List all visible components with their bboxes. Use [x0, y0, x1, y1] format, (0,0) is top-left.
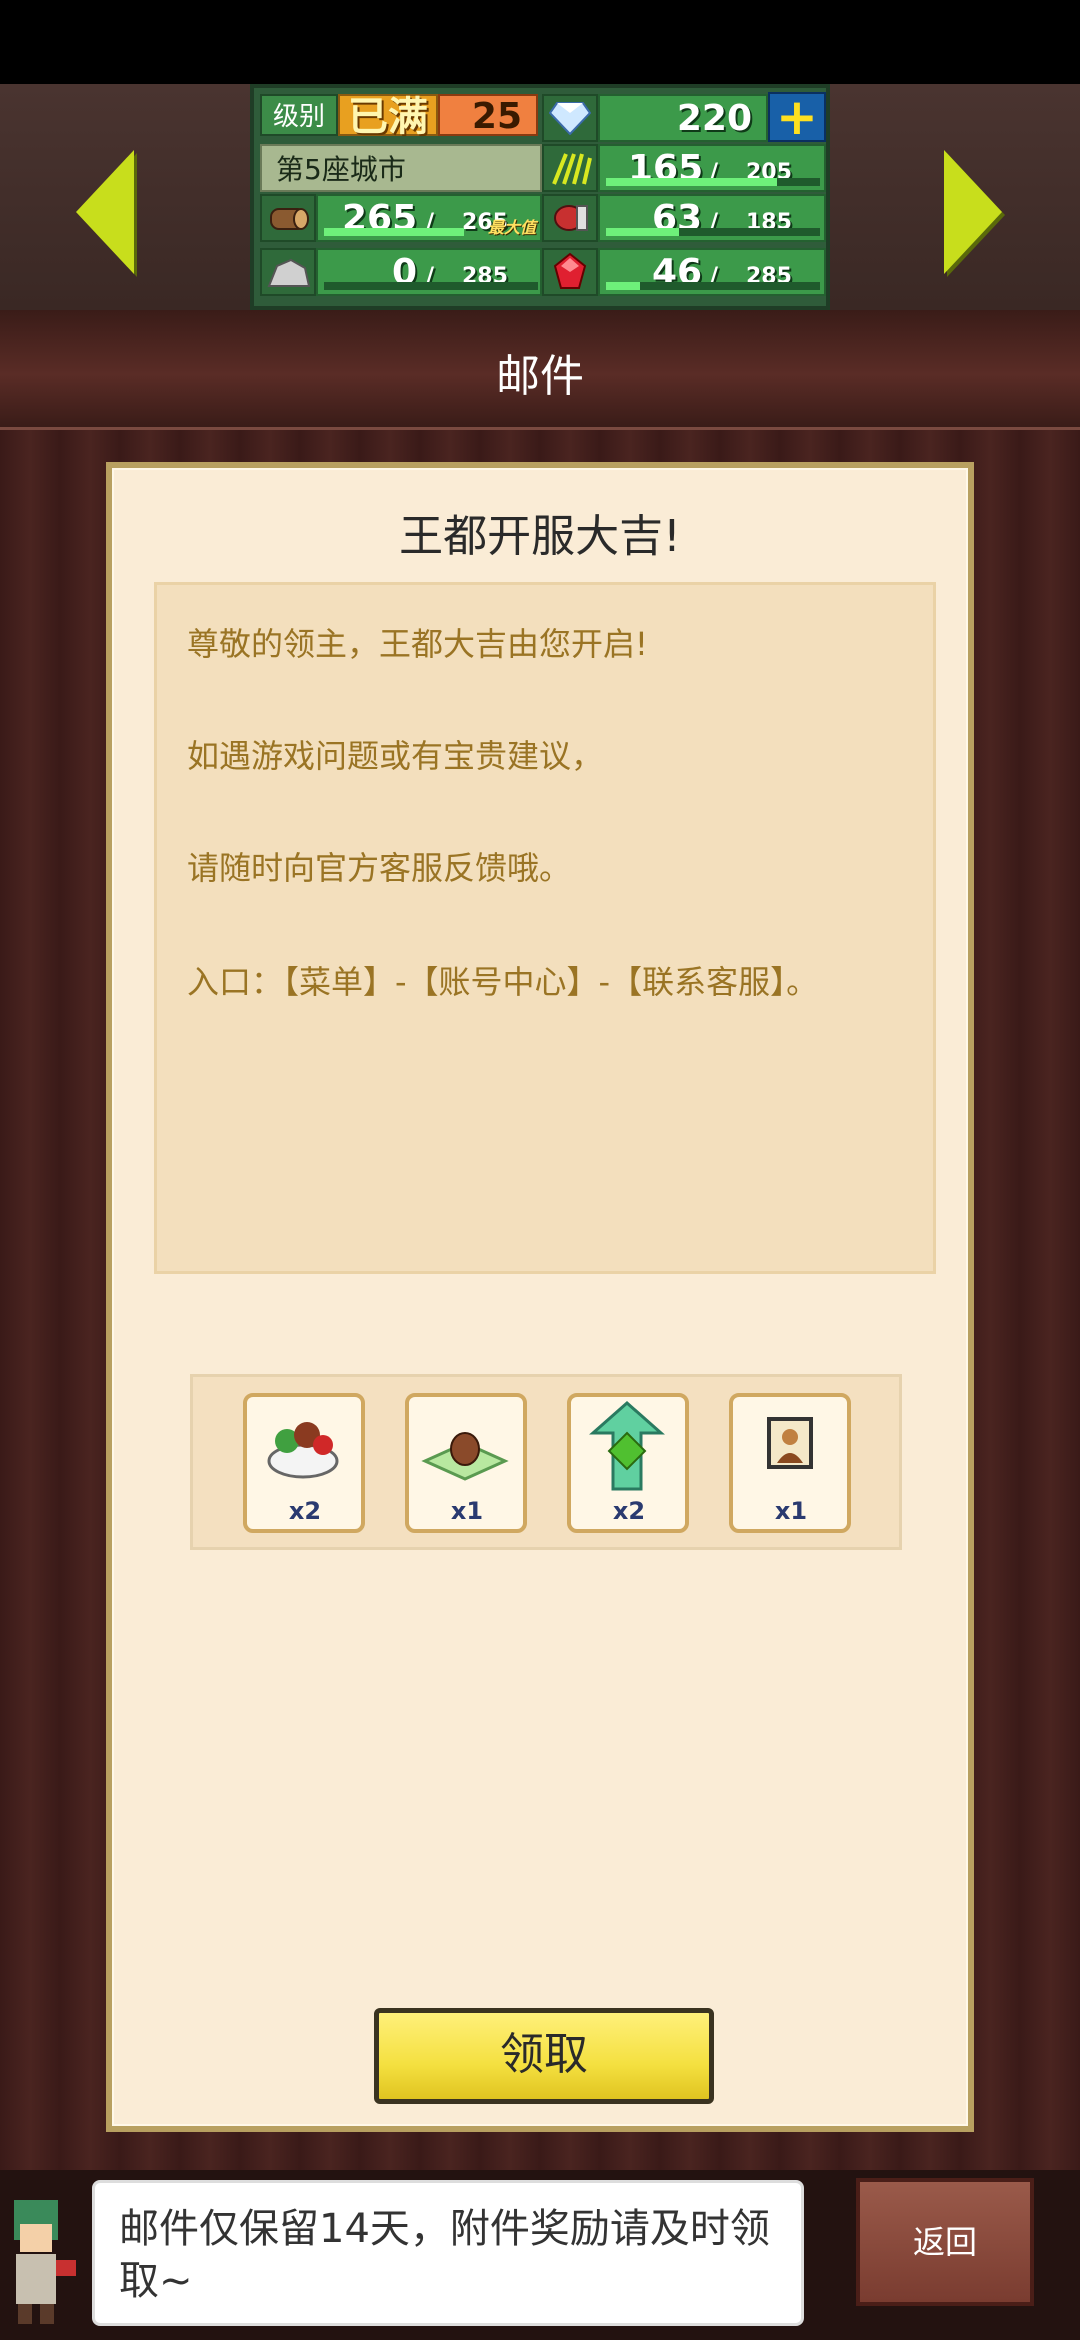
- level-value: 25: [438, 94, 538, 137]
- portrait-icon: [767, 1417, 813, 1469]
- food-stat: 165 / 205: [598, 144, 826, 192]
- resource-panel: 级别 已满 25 220 + 第5座城市 165 / 205 265 / 265…: [250, 84, 830, 310]
- prev-city-arrow-icon[interactable]: [76, 150, 134, 274]
- page-title: 邮件: [496, 351, 584, 402]
- diamond-icon: [542, 94, 598, 142]
- upgrade-arrow-icon: [589, 1400, 665, 1491]
- max-tag: 最大值: [487, 218, 536, 237]
- reward-qty: x2: [612, 1497, 646, 1525]
- reward-list: x2 x1 x2 x1: [190, 1374, 902, 1550]
- level-max-badge: 已满: [338, 94, 438, 138]
- page-header: 邮件: [0, 310, 1080, 430]
- stone-icon: [260, 248, 316, 296]
- city-name: 第5座城市: [260, 144, 542, 192]
- mail-line: 入口：【菜单】-【账号中心】-【联系客服】。: [187, 963, 819, 1001]
- back-button[interactable]: 返回: [856, 2178, 1034, 2306]
- meat-icon: [542, 194, 598, 242]
- tip-bubble: 邮件仅保留14天，附件奖励请及时领取~: [92, 2180, 804, 2326]
- meat-stat: 63 / 185: [598, 194, 826, 242]
- mail-card: 王都开服大吉! 尊敬的领主，王都大吉由您开启! 如遇游戏问题或有宝贵建议， 请随…: [106, 462, 974, 2132]
- next-city-arrow-icon[interactable]: [944, 150, 1002, 274]
- grain-icon: [542, 144, 598, 192]
- stone-stat: 0 / 285: [316, 248, 542, 296]
- claim-button[interactable]: 领取: [374, 2008, 714, 2104]
- ruby-icon: [542, 248, 598, 296]
- reward-qty: x1: [450, 1497, 484, 1525]
- mail-title: 王都开服大吉!: [399, 511, 681, 562]
- mail-line: 尊敬的领主，王都大吉由您开启!: [187, 625, 648, 663]
- guide-character-avatar: [14, 2200, 76, 2324]
- food-bowl-icon: [267, 1422, 339, 1479]
- reward-item[interactable]: x2: [567, 1393, 689, 1533]
- footer: 邮件仅保留14天，附件奖励请及时领取~ 返回: [0, 2170, 1080, 2340]
- wood-stat: 265 / 265 最大值: [316, 194, 542, 242]
- level-label: 级别: [260, 94, 338, 136]
- status-bar: [0, 0, 1080, 84]
- add-gems-button[interactable]: +: [768, 92, 826, 142]
- reward-item[interactable]: x1: [729, 1393, 851, 1533]
- resource-bar: 级别 已满 25 220 + 第5座城市 165 / 205 265 / 265…: [0, 84, 1080, 310]
- ruby-stat: 46 / 285: [598, 248, 826, 296]
- building-plot-icon: [421, 1432, 509, 1481]
- reward-item[interactable]: x1: [405, 1393, 527, 1533]
- wood-log-icon: [260, 194, 316, 242]
- gem-count: 220: [598, 94, 768, 142]
- reward-item[interactable]: x2: [243, 1393, 365, 1533]
- reward-qty: x2: [288, 1497, 322, 1525]
- mail-line: 如遇游戏问题或有宝贵建议，: [187, 737, 604, 775]
- mail-body: 尊敬的领主，王都大吉由您开启! 如遇游戏问题或有宝贵建议， 请随时向官方客服反馈…: [154, 582, 936, 1274]
- mail-line: 请随时向官方客服反馈哦。: [187, 849, 572, 887]
- reward-qty: x1: [774, 1497, 808, 1525]
